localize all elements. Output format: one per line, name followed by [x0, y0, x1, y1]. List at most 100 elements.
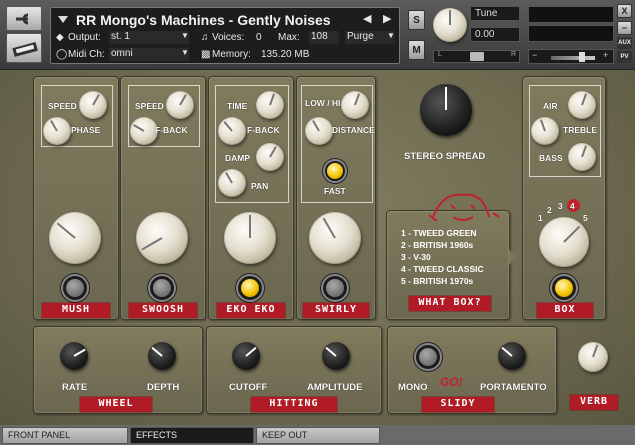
- instrument-icon-button[interactable]: [6, 33, 42, 63]
- tab-effects[interactable]: EFFECTS: [130, 427, 254, 444]
- mush-mix-knob[interactable]: [49, 212, 101, 264]
- wheel-depth-knob[interactable]: [148, 342, 176, 370]
- solo-button[interactable]: S: [408, 10, 425, 30]
- volume-minus-label: −: [532, 50, 538, 60]
- box-pos-4[interactable]: 4: [570, 201, 575, 211]
- hitting-cutoff-label: CUTOFF: [229, 382, 268, 393]
- mush-speed-knob[interactable]: [79, 91, 107, 119]
- swoosh-speed-label: SPEED: [135, 101, 164, 111]
- instrument-title[interactable]: RR Mongo's Machines - Gently Noises: [76, 12, 331, 28]
- ekoeko-label-tape: EKO EKO: [217, 303, 285, 318]
- box-pos-2[interactable]: 2: [547, 205, 552, 215]
- midi-channel-select[interactable]: omni: [109, 48, 189, 61]
- amp-type-2[interactable]: 2 - BRITISH 1960s: [401, 239, 501, 251]
- swoosh-feedback-label: F-BACK: [155, 125, 188, 135]
- verb-knob[interactable]: [578, 342, 608, 372]
- box-treble-knob[interactable]: [531, 117, 559, 145]
- tune-knob[interactable]: [433, 8, 467, 42]
- voices-note-icon: ♫: [201, 32, 209, 43]
- max-voices-field[interactable]: 108: [309, 31, 339, 44]
- ekoeko-module: TIME F-BACK DAMP PAN EKO EKO: [208, 76, 294, 320]
- swoosh-mix-knob[interactable]: [136, 212, 188, 264]
- slidy-mono-button[interactable]: [414, 343, 442, 371]
- pv-button[interactable]: PV: [617, 51, 632, 63]
- swirly-lowhi-knob[interactable]: [341, 91, 369, 119]
- tune-value[interactable]: 0.00: [470, 27, 520, 42]
- mute-button[interactable]: M: [408, 40, 425, 60]
- box-bass-label: BASS: [539, 153, 563, 163]
- mush-enable-button[interactable]: [61, 274, 89, 302]
- wheel-rate-label: RATE: [62, 382, 88, 393]
- effects-panel: SPEED PHASE MUSH SPEED F-BACK SWOOSH TIM…: [0, 70, 635, 425]
- keyboard-icon: [12, 42, 38, 57]
- amp-type-3[interactable]: 3 - V-30: [401, 251, 501, 263]
- output-speaker-icon: ◆: [56, 32, 64, 43]
- ekoeko-pan-knob[interactable]: [218, 169, 246, 197]
- instrument-info-panel: RR Mongo's Machines - Gently Noises ◀ ▶ …: [50, 7, 400, 64]
- wheel-rate-knob[interactable]: [60, 342, 88, 370]
- tab-keep-out[interactable]: KEEP OUT: [256, 427, 380, 444]
- swoosh-enable-button[interactable]: [148, 274, 176, 302]
- tune-label: Tune: [470, 6, 520, 21]
- amp-type-4[interactable]: 4 - TWEED CLASSIC: [401, 263, 501, 275]
- mush-phase-label: PHASE: [71, 125, 101, 135]
- swirly-fast-label: FAST: [324, 186, 346, 196]
- wrench-button[interactable]: [6, 6, 42, 31]
- whatbox-module: 1 - TWEED GREEN 2 - BRITISH 1960s 3 - V-…: [386, 193, 517, 320]
- volume-handle[interactable]: [579, 52, 585, 62]
- aux-button[interactable]: AUX: [617, 37, 632, 49]
- instrument-header: RR Mongo's Machines - Gently Noises ◀ ▶ …: [0, 0, 635, 70]
- stereo-spread-knob[interactable]: [420, 84, 472, 136]
- hitting-amplitude-knob[interactable]: [322, 342, 350, 370]
- box-pos-1[interactable]: 1: [538, 213, 543, 223]
- box-air-label: AIR: [543, 101, 558, 111]
- ekoeko-feedback-knob[interactable]: [218, 117, 246, 145]
- output-label: Output:: [68, 32, 101, 43]
- close-button[interactable]: X: [617, 4, 632, 18]
- slidy-portamento-knob[interactable]: [498, 342, 526, 370]
- voices-label: Voices:: [212, 32, 245, 43]
- dropdown-triangle-icon[interactable]: [57, 14, 69, 24]
- swirly-distance-knob[interactable]: [305, 117, 333, 145]
- box-type-knob[interactable]: [539, 217, 589, 267]
- ekoeko-damp-knob[interactable]: [256, 143, 284, 171]
- output-select[interactable]: st. 1: [109, 31, 189, 44]
- pan-left-label: L: [438, 51, 442, 58]
- ekoeko-time-knob[interactable]: [256, 91, 284, 119]
- tab-front-panel[interactable]: FRONT PANEL: [2, 427, 128, 444]
- amp-type-5[interactable]: 5 - BRITISH 1970s: [401, 275, 501, 287]
- amp-type-list[interactable]: 1 - TWEED GREEN 2 - BRITISH 1960s 3 - V-…: [401, 227, 501, 295]
- hitting-label-tape: HITTING: [251, 397, 337, 412]
- monster-doodle-icon: [428, 193, 500, 222]
- box-bass-knob[interactable]: [568, 143, 596, 171]
- midi-dropdown-icon[interactable]: ▼: [181, 48, 189, 57]
- hitting-cutoff-knob[interactable]: [232, 342, 260, 370]
- box-air-knob[interactable]: [568, 91, 596, 119]
- whatbox-arrow-icon: [509, 249, 517, 265]
- swirly-enable-button[interactable]: [321, 274, 349, 302]
- mush-phase-knob[interactable]: [43, 117, 71, 145]
- pan-handle[interactable]: [470, 52, 484, 61]
- whatbox-label-tape: WHAT BOX?: [409, 296, 491, 311]
- midi-channel-label: Midi Ch:: [68, 49, 105, 60]
- box-enable-button[interactable]: [550, 274, 578, 302]
- swirly-fast-button[interactable]: [323, 159, 347, 183]
- swoosh-feedback-knob[interactable]: [130, 117, 158, 145]
- ekoeko-feedback-label: F-BACK: [247, 125, 280, 135]
- swirly-mix-knob[interactable]: [309, 212, 361, 264]
- amp-type-1[interactable]: 1 - TWEED GREEN: [401, 227, 501, 239]
- swoosh-speed-knob[interactable]: [166, 91, 194, 119]
- ekoeko-mix-knob[interactable]: [224, 212, 276, 264]
- ekoeko-enable-button[interactable]: [236, 274, 264, 302]
- box-pos-3[interactable]: 3: [558, 201, 563, 211]
- pan-slider[interactable]: L R: [433, 50, 520, 63]
- next-instrument-arrow-icon[interactable]: ▶: [383, 12, 391, 25]
- output-dropdown-icon[interactable]: ▼: [181, 31, 189, 40]
- volume-slider[interactable]: − +: [528, 49, 614, 64]
- ekoeko-damp-label: DAMP: [225, 153, 251, 163]
- memory-label: Memory:: [212, 49, 251, 60]
- box-pos-5[interactable]: 5: [583, 213, 588, 223]
- prev-instrument-arrow-icon[interactable]: ◀: [363, 12, 371, 25]
- minimize-button[interactable]: −: [617, 21, 632, 35]
- purge-dropdown-icon[interactable]: ▼: [387, 31, 395, 40]
